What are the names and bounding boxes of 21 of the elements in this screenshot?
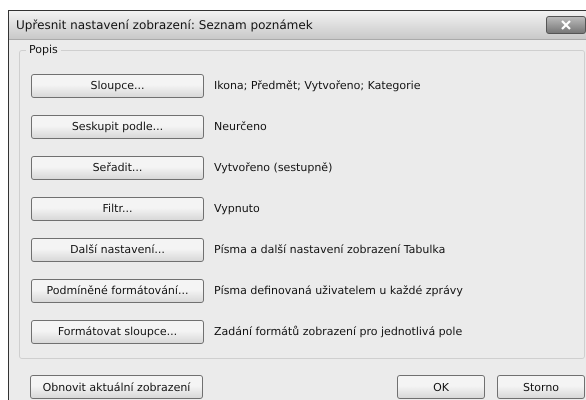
close-icon [560, 20, 572, 30]
setting-value: Vytvořeno (sestupně) [214, 161, 332, 174]
settings-button[interactable]: Seřadit... [31, 156, 204, 180]
setting-value: Neurčeno [214, 120, 267, 133]
reset-view-button[interactable]: Obnovit aktuální zobrazení [30, 375, 203, 399]
settings-button[interactable]: Podmíněné formátování... [31, 278, 204, 302]
settings-button[interactable]: Další nastavení... [31, 238, 204, 262]
cancel-button[interactable]: Storno [497, 375, 585, 399]
group-label: Popis [26, 43, 61, 56]
setting-value: Zadání formátů zobrazení pro jednotlivá pole [214, 325, 462, 338]
settings-button[interactable]: Sloupce... [31, 74, 204, 98]
settings-button[interactable]: Filtr... [31, 196, 204, 220]
setting-value: Ikona; Předmět; Vytvořeno; Kategorie [214, 79, 420, 92]
setting-value: Písma a další nastavení zobrazení Tabulka [214, 243, 446, 256]
ok-button[interactable]: OK [397, 375, 485, 399]
settings-button[interactable]: Formátovat sloupce... [31, 320, 204, 344]
window-title: Upřesnit nastavení zobrazení: Seznam poznámek [16, 18, 314, 32]
setting-value: Vypnuto [214, 202, 260, 215]
close-button[interactable] [546, 16, 586, 34]
setting-value: Písma definovaná uživatelem u každé zprávy [214, 284, 463, 297]
settings-button[interactable]: Seskupit podle... [31, 114, 204, 138]
